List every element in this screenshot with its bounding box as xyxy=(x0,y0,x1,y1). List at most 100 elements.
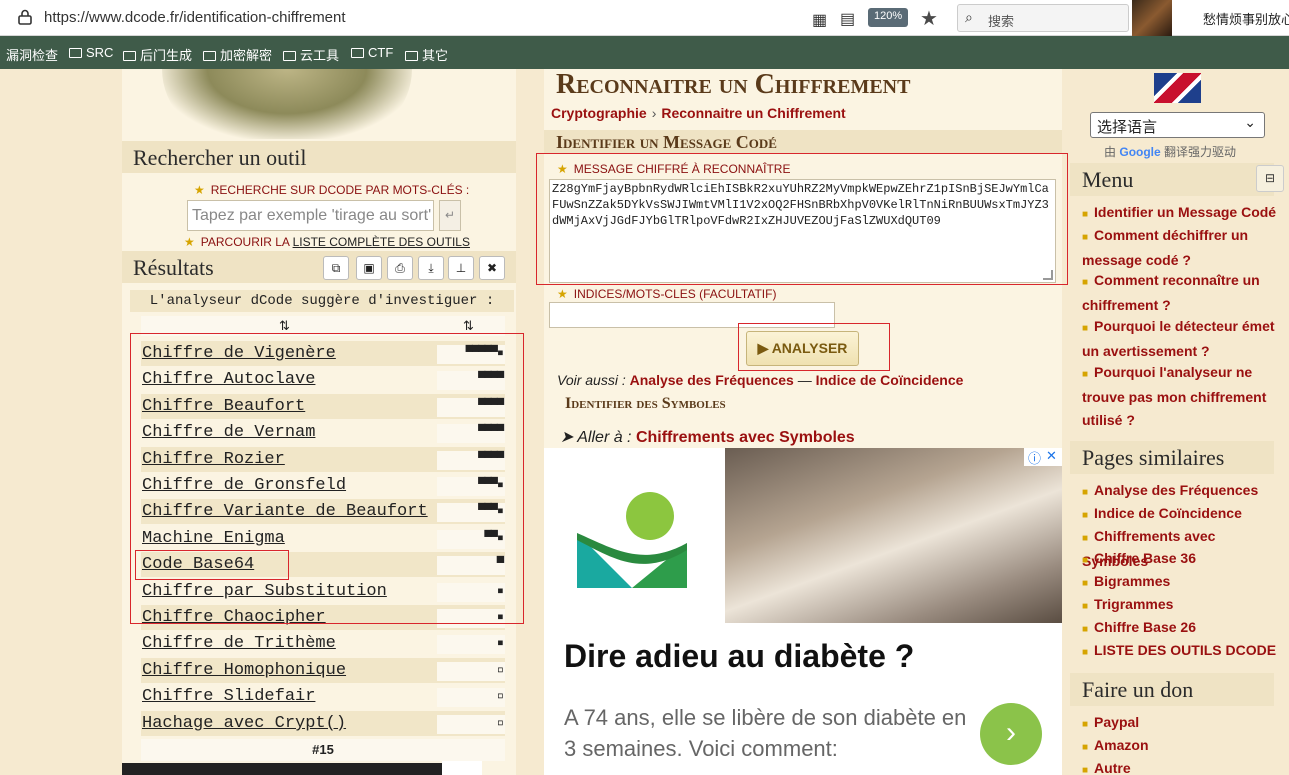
uk-flag-icon[interactable] xyxy=(1154,73,1201,103)
full-list-link[interactable]: LISTE COMPLÈTE DES OUTILS xyxy=(293,235,470,249)
bookmark-folder[interactable]: 其它 xyxy=(405,45,448,64)
result-row[interactable]: Chiffre Slidefair ▫ xyxy=(141,684,505,709)
close-icon[interactable]: ✖ xyxy=(479,256,505,280)
bullet-icon: ■ xyxy=(1082,232,1089,243)
menu-item[interactable]: ■ Comment déchiffrer un message codé ? xyxy=(1082,224,1282,272)
news-headline[interactable]: 愁情烦事别放心头 xyxy=(1203,9,1289,28)
clipboard-icon[interactable]: ▣ xyxy=(356,256,382,280)
result-name[interactable]: Chiffre Slidefair xyxy=(142,687,315,706)
bookmark-folder[interactable]: SRC xyxy=(69,45,113,60)
result-score: ▫ xyxy=(437,662,505,681)
goto-symbols-link[interactable]: Chiffrements avec Symboles xyxy=(636,429,855,446)
menu-title: Menu xyxy=(1082,167,1134,192)
see-also-frequency-link[interactable]: Analyse des Fréquences xyxy=(630,372,794,388)
print-icon[interactable]: ⎙ xyxy=(387,256,413,280)
menu-item-label: Identifier un Message Codé xyxy=(1094,204,1277,220)
ad-close-icon[interactable]: ✕ xyxy=(1046,448,1057,464)
language-select[interactable]: 选择语言 ⌄ xyxy=(1090,112,1265,138)
similar-item[interactable]: ■ Chiffre Base 26 xyxy=(1082,616,1282,641)
enter-icon[interactable]: ↵ xyxy=(439,200,461,231)
language-select-value: 选择语言 xyxy=(1097,119,1158,136)
collapse-icon[interactable]: ⊟ xyxy=(1256,165,1284,192)
search-icon: ⌕ xyxy=(965,9,973,25)
address-bar: https://www.dcode.fr/identification-chif… xyxy=(0,0,1289,36)
result-row[interactable]: Chiffre de Trithème ▪ xyxy=(141,631,505,656)
donate-item[interactable]: ■ Paypal xyxy=(1082,711,1282,736)
tool-search-input[interactable]: Tapez par exemple 'tirage au sort' xyxy=(187,200,434,231)
menu-item[interactable]: ■ Pourquoi le détecteur émet un avertisse… xyxy=(1082,315,1282,363)
result-row[interactable]: Chiffre Homophonique ▫ xyxy=(141,658,505,683)
donate-item[interactable]: ■ Autre xyxy=(1082,757,1282,775)
bullet-icon: ■ xyxy=(1082,601,1089,612)
google-brand: Google xyxy=(1119,145,1161,159)
browser-search-input[interactable]: ⌕ 搜索 xyxy=(957,4,1129,32)
similar-title: Pages similaires xyxy=(1082,445,1225,470)
result-score: ▫ xyxy=(437,688,505,707)
result-row[interactable]: Hachage avec Crypt() ▫ xyxy=(141,711,505,736)
result-name[interactable]: Chiffre de Trithème xyxy=(142,634,336,653)
ad-banner[interactable]: ⓘ ✕ Dire adieu au diabète ? A 74 ans, el… xyxy=(544,448,1062,775)
analyzer-suggestion: L'analyseur dCode suggère d'investiguer … xyxy=(130,290,514,312)
bookmark-folder[interactable]: 后门生成 xyxy=(123,45,192,64)
sort-score-icon[interactable]: ⇅ xyxy=(463,318,474,334)
copy-icon[interactable]: ⧉ xyxy=(323,256,349,280)
result-name[interactable]: Chiffre Homophonique xyxy=(142,661,346,680)
ad-arrow-icon[interactable]: › xyxy=(980,703,1042,765)
similar-item-label: Indice de Coïncidence xyxy=(1094,505,1242,521)
star-icon: ★ xyxy=(184,235,195,249)
ad-choices[interactable]: ⓘ ✕ xyxy=(1024,448,1062,466)
bookmark-folder[interactable]: 云工具 xyxy=(283,45,339,64)
qr-code-icon[interactable]: ▦ xyxy=(812,10,827,30)
url-field[interactable]: https://www.dcode.fr/identification-chif… xyxy=(44,9,346,26)
bookmark-folder[interactable]: CTF xyxy=(351,45,393,60)
reader-mode-icon[interactable]: ▤ xyxy=(840,9,855,29)
keyword-label: ★ RECHERCHE SUR DCODE PAR MOTS-CLÉS : xyxy=(194,183,469,197)
similar-item-label: Bigrammes xyxy=(1094,573,1171,589)
see-also-prefix: Voir aussi : xyxy=(557,372,626,388)
pin-icon[interactable]: ⊥ xyxy=(448,256,474,280)
bullet-icon: ■ xyxy=(1082,624,1089,635)
folder-icon xyxy=(123,51,136,61)
google-logo[interactable]: Google xyxy=(1119,145,1160,159)
bookmark-label: 云工具 xyxy=(300,48,340,63)
ad-photo[interactable] xyxy=(725,448,1062,623)
menu-item[interactable]: ■ Pourquoi l'analyseur ne trouve pas mon … xyxy=(1082,361,1282,432)
similar-item[interactable]: ■ Trigrammes xyxy=(1082,593,1282,618)
similar-item[interactable]: ■ LISTE DES OUTILS DCODE xyxy=(1082,639,1282,664)
similar-item[interactable]: ■ Bigrammes xyxy=(1082,570,1282,595)
download-icon[interactable]: ⤓ xyxy=(418,256,444,280)
cryptex-logo[interactable] xyxy=(162,69,412,139)
menu-item[interactable]: ■ Comment reconnaître un chiffrement ? xyxy=(1082,269,1282,317)
hint-label-text: INDICES/MOTS-CLES (FACULTATIF) xyxy=(573,287,777,301)
ad-headline[interactable]: Dire adieu au diabète ? xyxy=(564,638,914,675)
bullet-icon: ■ xyxy=(1082,209,1089,220)
see-also-separator: — xyxy=(797,372,812,388)
similar-item[interactable]: ■ Analyse des Fréquences xyxy=(1082,479,1282,504)
see-also-coincidence-link[interactable]: Indice de Coïncidence xyxy=(816,372,964,388)
ad-info-icon[interactable]: ⓘ xyxy=(1028,448,1041,467)
left-ad-banner[interactable] xyxy=(122,761,482,775)
breadcrumb-cryptographie[interactable]: Cryptographie xyxy=(551,105,647,121)
ad-choices-icon[interactable] xyxy=(442,761,482,775)
similar-item-label: Analyse des Fréquences xyxy=(1094,482,1259,498)
menu-item-label: Comment déchiffrer un message codé ? xyxy=(1082,227,1249,268)
folder-icon xyxy=(203,51,216,61)
donate-item[interactable]: ■ Amazon xyxy=(1082,734,1282,759)
similar-item[interactable]: ■ Indice de Coïncidence xyxy=(1082,502,1282,527)
browser-search-placeholder: 搜索 xyxy=(988,14,1015,29)
zoom-badge[interactable]: 120% xyxy=(868,8,909,27)
menu-item[interactable]: ■ Identifier un Message Codé xyxy=(1082,201,1282,226)
ad-body-text[interactable]: A 74 ans, elle se libère de son diabète … xyxy=(564,702,974,764)
sort-name-icon[interactable]: ⇅ xyxy=(279,318,290,334)
bookmark-folder[interactable]: 加密解密 xyxy=(203,45,272,64)
folder-icon xyxy=(405,51,418,61)
result-name[interactable]: Hachage avec Crypt() xyxy=(142,714,346,733)
bookmark-item[interactable]: 漏洞检查 xyxy=(6,45,58,64)
breadcrumb-current[interactable]: Reconnaitre un Chiffrement xyxy=(661,105,845,121)
bullet-icon: ■ xyxy=(1082,555,1089,566)
similar-item[interactable]: ■ Chiffre Base 36 xyxy=(1082,547,1282,572)
news-thumbnail[interactable] xyxy=(1132,0,1172,36)
bullet-icon: ■ xyxy=(1082,578,1089,589)
result-score: ▪ xyxy=(437,635,505,654)
bookmark-star-icon[interactable]: ★ xyxy=(920,6,938,31)
